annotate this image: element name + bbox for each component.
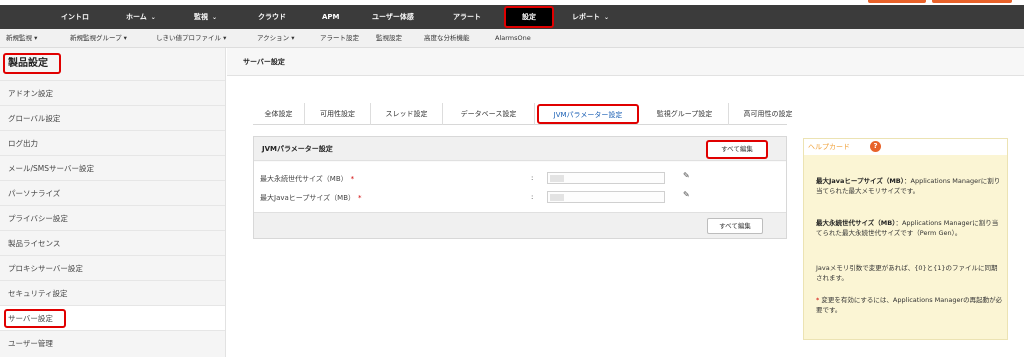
help-card-header: ヘルプカード ? [804,139,1007,155]
field-label-java-heap: 最大Javaヒープサイズ（MB） * [260,194,362,202]
top-action-button-2[interactable] [932,0,1012,3]
active-highlight [4,309,66,328]
sidebar-item-personalize[interactable]: パーソナライズ [0,180,225,205]
content-header: サーバー設定 [227,48,1024,76]
subnav-alert-settings[interactable]: アラート設定 [320,29,359,48]
nav-item-cloud[interactable]: クラウド [258,5,286,29]
help-paragraph-restart: * 変更を有効にするには、Applications Managerの再起動が必要… [816,296,1003,314]
subnav-alarmsone[interactable]: AlarmsOne [495,29,531,48]
tab-row: 全体設定 可用性設定 スレッド設定 データベース設定 JVMパラメーター設定 監… [253,103,793,125]
field-colon: : [531,174,534,182]
tab-monitor-group[interactable]: 監視グループ設定 [641,103,729,125]
subnav-monitor-settings[interactable]: 監視設定 [376,29,402,48]
sidebar-item-mail-sms-server[interactable]: メール/SMSサーバー設定 [0,155,225,180]
chevron-down-icon[interactable]: ⌄ [604,6,609,30]
question-icon[interactable]: ? [870,141,881,152]
sidebar-item-addon-settings[interactable]: アドオン設定 [0,80,225,105]
help-paragraph-sync: Javaメモリ引数で変更があれば、{0}と{1}のファイルに同期されます。 [816,264,998,282]
help-card-title: ヘルプカード [808,143,850,151]
sidebar: 製品設定 アドオン設定 グローバル設定 ログ出力 メール/SMSサーバー設定 パ… [0,48,226,357]
subnav-actions[interactable]: アクション ▾ [257,29,295,48]
edit-all-button-bottom[interactable]: すべて編集 [707,218,763,234]
nav-item-user-experience[interactable]: ユーザー体感 [372,5,414,29]
nav-item-alerts[interactable]: アラート [453,5,481,29]
tab-database[interactable]: データベース設定 [443,103,535,125]
chevron-down-icon[interactable]: ⌄ [212,6,217,30]
nav-item-settings[interactable]: 設定 [504,6,554,28]
required-marker: * [350,175,355,183]
nav-item-intro[interactable]: イントロ [61,5,89,29]
obscured-value [550,175,564,182]
main-nav: イントロ ホーム ⌄ 監視 ⌄ クラウド APM ユーザー体感 アラート 設定 レポ… [0,5,1024,29]
tab-general[interactable]: 全体設定 [253,103,305,125]
nav-item-home[interactable]: ホーム ⌄ [126,5,156,29]
perm-gen-input[interactable] [547,172,665,184]
subnav-advanced-analytics[interactable]: 高度な分析機能 [424,29,470,48]
nav-item-monitors[interactable]: 監視 ⌄ [194,5,217,29]
top-action-button-1[interactable] [868,0,926,3]
help-paragraph-perm-gen: 最大永続世代サイズ（MB）：Applications Managerに割り当てら… [816,219,999,237]
help-card: ヘルプカード ? 最大Javaヒープサイズ（MB）：Applications M… [803,138,1008,340]
subnav-new-monitor[interactable]: 新規監視 ▾ [6,29,37,48]
sub-nav: 新規監視 ▾ 新規監視グループ ▾ しきい値プロファイル ▾ アクション ▾ ア… [0,29,1024,48]
sidebar-title: 製品設定 [3,53,61,74]
required-marker: * [358,194,362,202]
sidebar-item-security[interactable]: セキュリティ設定 [0,280,225,305]
obscured-value [550,194,564,201]
tab-high-availability[interactable]: 高可用性の設定 [729,103,807,125]
sidebar-item-logging[interactable]: ログ出力 [0,130,225,155]
subnav-new-monitor-group[interactable]: 新規監視グループ ▾ [70,29,127,48]
chevron-down-icon[interactable]: ⌄ [151,6,156,30]
field-colon: : [531,193,534,201]
sidebar-item-privacy[interactable]: プライバシー設定 [0,205,225,230]
pencil-icon[interactable]: ✎ [683,190,690,199]
jvm-parameters-panel: JVMパラメーター設定 すべて編集 最大永続世代サイズ（MB） * : ✎ 最大J… [253,136,787,239]
page-title: サーバー設定 [243,58,285,66]
sidebar-item-server-settings[interactable]: サーバー設定 [0,305,225,330]
tab-jvm-parameters[interactable]: JVMパラメーター設定 [537,104,639,124]
sidebar-item-global-settings[interactable]: グローバル設定 [0,105,225,130]
nav-item-reports[interactable]: レポート ⌄ [572,5,609,29]
field-label-perm-gen: 最大永続世代サイズ（MB） * [260,175,355,183]
panel-header: JVMパラメーター設定 すべて編集 [254,137,786,161]
nav-item-apm[interactable]: APM [322,5,340,29]
panel-body: 最大永続世代サイズ（MB） * : ✎ 最大Javaヒープサイズ（MB） * : ✎ [254,162,786,212]
sidebar-item-license[interactable]: 製品ライセンス [0,230,225,255]
help-paragraph-heap: 最大Javaヒープサイズ（MB）：Applications Managerに割り… [816,177,1001,195]
tab-thread[interactable]: スレッド設定 [371,103,443,125]
panel-footer: すべて編集 [254,212,786,238]
sidebar-item-user-management[interactable]: ユーザー管理 [0,330,225,355]
subnav-threshold-profile[interactable]: しきい値プロファイル ▾ [156,29,226,48]
panel-title: JVMパラメーター設定 [262,145,333,153]
sidebar-item-proxy-server[interactable]: プロキシサーバー設定 [0,255,225,280]
pencil-icon[interactable]: ✎ [683,171,690,180]
edit-all-button-top[interactable]: すべて編集 [706,140,768,159]
tab-availability[interactable]: 可用性設定 [305,103,371,125]
java-heap-input[interactable] [547,191,665,203]
